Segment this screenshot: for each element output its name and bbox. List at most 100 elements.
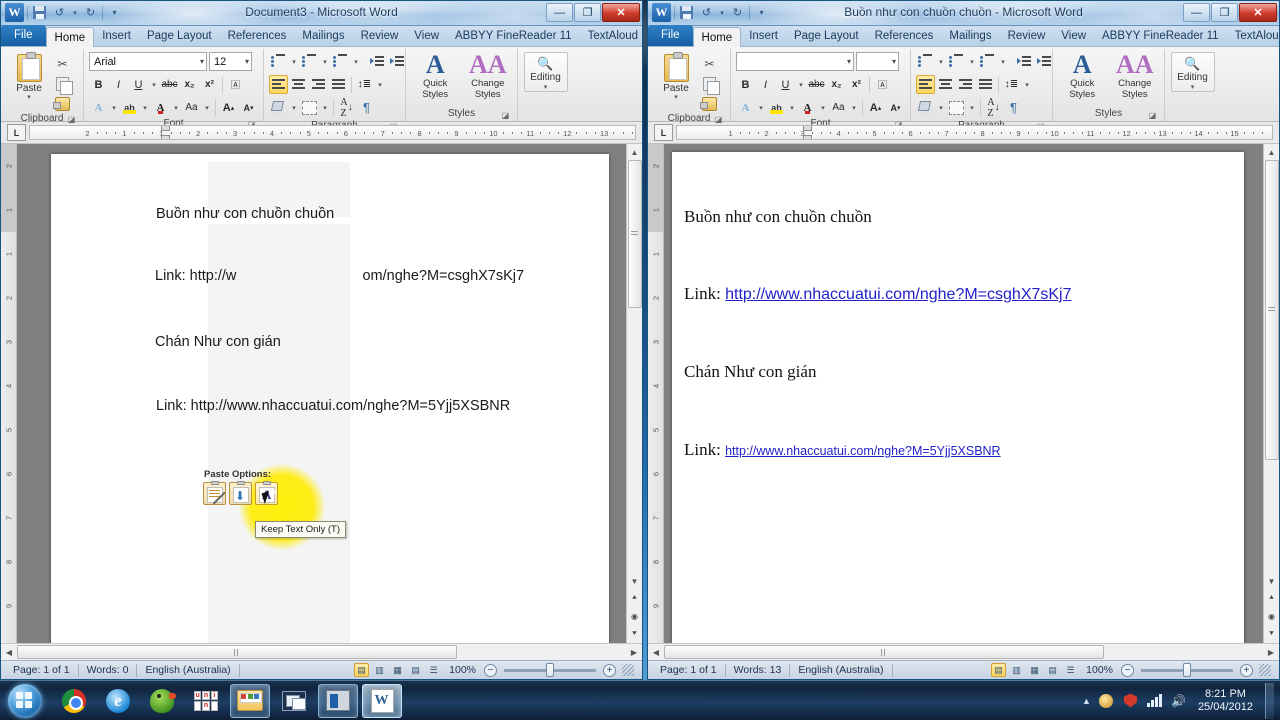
italic-button[interactable]: I [756, 75, 775, 94]
document-line-4[interactable]: Link: http://www.nhaccuatui.com/nghe?M=5… [684, 440, 1001, 460]
paste-button[interactable]: Paste ▾ [6, 52, 52, 101]
shrink-font-button[interactable]: A ▾ [886, 98, 905, 117]
tab-insert[interactable]: Insert [94, 26, 139, 46]
document-line-2[interactable]: Link: http://w om/nghe?M=csghX7sKj7 [155, 268, 524, 284]
bold-button[interactable]: B [89, 75, 108, 94]
vertical-scrollbar[interactable]: ▲ ▼ ⯅ ◉ ⯆ [1263, 144, 1279, 643]
smiley-icon[interactable] [1098, 692, 1115, 709]
numbering-dropdown-icon[interactable]: ▾ [967, 52, 977, 71]
bullets-dropdown-icon[interactable]: ▾ [289, 52, 299, 71]
shrink-font-button[interactable]: A ▾ [239, 98, 258, 117]
document-line-1[interactable]: Buồn như con chuồn chuồn [684, 207, 872, 227]
vertical-scroll-thumb[interactable] [1264, 160, 1279, 460]
underline-dropdown-icon[interactable]: ▾ [149, 75, 159, 94]
scroll-down-arrow-icon[interactable]: ▼ [627, 573, 643, 589]
tab-abbyy-finereader[interactable]: ABBYY FineReader 11 [447, 26, 580, 46]
underline-button[interactable]: U [129, 75, 148, 94]
align-left-button[interactable] [269, 75, 288, 94]
font-color-dropdown-icon[interactable]: ▾ [171, 98, 181, 117]
subscript-button[interactable]: x₂ [180, 75, 199, 94]
shading-dropdown-icon[interactable]: ▾ [936, 98, 946, 117]
tab-abbyy-finereader[interactable]: ABBYY FineReader 11 [1094, 26, 1227, 46]
text-effects-button[interactable]: A [736, 98, 755, 117]
zoom-slider[interactable] [504, 662, 596, 677]
document-line-1[interactable]: Buồn như con chuồn chuồn [156, 206, 334, 222]
tab-insert[interactable]: Insert [741, 26, 786, 46]
editing-button[interactable]: 🔍 Editing ▾ [1170, 52, 1215, 92]
sort-button[interactable]: A Z ↓ [337, 97, 356, 119]
align-right-button[interactable] [956, 75, 975, 94]
justify-button[interactable] [329, 75, 348, 94]
tab-review[interactable]: Review [353, 26, 407, 46]
view-web-layout-button[interactable]: ▦ [390, 663, 405, 677]
next-page-button[interactable]: ⯆ [628, 627, 642, 641]
text-highlight-color-button[interactable]: ab [120, 98, 139, 117]
word-window-left[interactable]: W ↺ ▾ ↻ ▾ Document3 - Microsoft Word — ❐… [0, 0, 643, 680]
view-outline-button[interactable]: ▤ [1045, 663, 1060, 677]
superscript-button[interactable]: x² [847, 75, 866, 94]
first-line-indent-marker[interactable] [161, 126, 171, 131]
clear-formatting-button[interactable]: 🄰 [873, 75, 892, 94]
tab-references[interactable]: References [220, 26, 295, 46]
tab-textaloud[interactable]: TextAloud [1227, 26, 1279, 46]
language-indicator[interactable]: English (Australia) [137, 664, 238, 676]
word-count[interactable]: Words: 13 [726, 664, 790, 676]
vertical-scrollbar[interactable]: ▲ ▼ ⯅ ◉ ⯆ [626, 144, 642, 643]
shading-dropdown-icon[interactable]: ▾ [289, 98, 299, 117]
quick-styles-button[interactable]: A Quick Styles [411, 52, 460, 101]
sort-button[interactable]: A Z ↓ [984, 97, 1003, 119]
close-button[interactable]: ✕ [1239, 3, 1277, 22]
clock[interactable]: 8:21 PM 25/04/2012 [1194, 688, 1253, 713]
strikethrough-button[interactable]: abc [160, 75, 179, 94]
next-page-button[interactable]: ⯆ [1265, 627, 1279, 641]
document-line-3[interactable]: Chán Như con gián [155, 334, 281, 350]
multilevel-list-button[interactable] [331, 52, 350, 71]
paste-dropdown-icon[interactable]: ▾ [674, 94, 678, 101]
ribbon-tab-bar[interactable]: File Home Insert Page Layout References … [648, 25, 1279, 47]
line-spacing-button[interactable]: ↕≣ [355, 75, 374, 94]
clipboard-dialog-launcher-icon[interactable]: ◪ [714, 115, 723, 124]
zoom-out-button[interactable]: − [1121, 663, 1134, 677]
editing-dropdown-icon[interactable]: ▾ [544, 83, 548, 91]
center-button[interactable] [289, 75, 308, 94]
clear-formatting-button[interactable]: 🄰 [226, 75, 245, 94]
page-indicator[interactable]: Page: 1 of 1 [5, 664, 78, 676]
center-button[interactable] [936, 75, 955, 94]
view-draft-button[interactable]: ☰ [1063, 663, 1078, 677]
window-controls[interactable]: — ❐ ✕ [546, 3, 640, 22]
previous-page-button[interactable]: ⯅ [628, 591, 642, 605]
editing-button[interactable]: 🔍 Editing ▾ [523, 52, 568, 92]
italic-button[interactable]: I [109, 75, 128, 94]
shading-button[interactable] [916, 98, 935, 117]
view-full-screen-reading-button[interactable]: ▥ [1009, 663, 1024, 677]
decrease-indent-button[interactable] [367, 52, 386, 71]
zoom-in-button[interactable]: + [603, 663, 616, 677]
chevron-down-icon[interactable]: ▾ [844, 57, 851, 66]
select-browse-object-button[interactable]: ◉ [628, 609, 642, 623]
zoom-level[interactable]: 100% [444, 664, 481, 676]
minimize-button[interactable]: — [546, 3, 573, 22]
taskbar-items[interactable]: e unin [54, 683, 402, 718]
scroll-up-arrow-icon[interactable]: ▲ [1264, 144, 1280, 160]
strikethrough-button[interactable]: abc [807, 75, 826, 94]
keep-source-formatting-button[interactable] [203, 481, 226, 505]
hyperlink-2[interactable]: http://www.nhaccuatui.com/nghe?M=5Yjj5XS… [725, 444, 1001, 458]
format-painter-button[interactable] [700, 95, 718, 112]
text-highlight-color-button[interactable]: ab [767, 98, 786, 117]
merge-formatting-button[interactable]: ⬇ [229, 481, 252, 505]
close-button[interactable]: ✕ [602, 3, 640, 22]
styles-dialog-launcher-icon[interactable]: ◪ [1148, 111, 1157, 120]
show-hidden-icons-button[interactable]: ▲ [1082, 696, 1091, 706]
scroll-right-arrow-icon[interactable]: ▶ [626, 644, 642, 660]
zoom-in-button[interactable]: + [1240, 663, 1253, 677]
tab-home[interactable]: Home [45, 27, 95, 47]
increase-indent-button[interactable] [387, 52, 406, 71]
document-canvas[interactable]: Buồn như con chuồn chuồn Link: http://ww… [664, 144, 1263, 643]
maximize-button[interactable]: ❐ [1211, 3, 1238, 22]
view-print-layout-button[interactable]: ▤ [354, 663, 370, 677]
font-color-button[interactable]: A [151, 98, 170, 117]
horizontal-scrollbar[interactable]: ◀ ▶ [1, 643, 642, 660]
view-outline-button[interactable]: ▤ [408, 663, 423, 677]
grow-font-button[interactable]: A ▴ [866, 98, 885, 117]
tab-mailings[interactable]: Mailings [294, 26, 352, 46]
